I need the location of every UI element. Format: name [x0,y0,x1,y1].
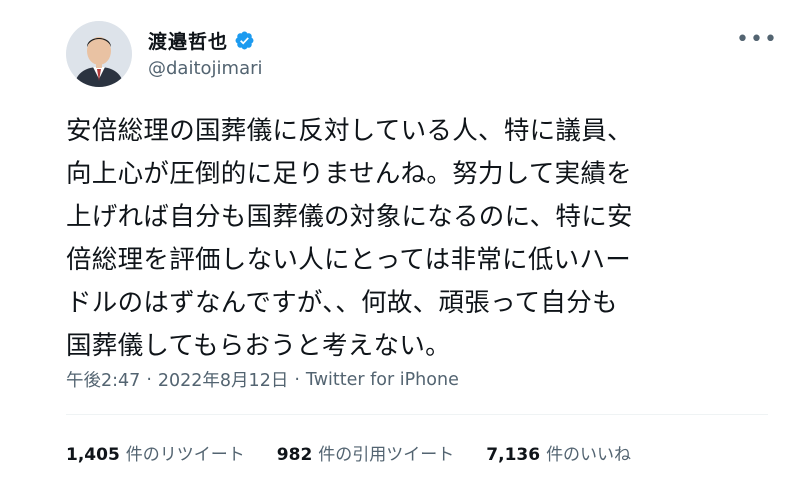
retweets-label: 件のリツイート [125,445,245,465]
tweet-time[interactable]: 午後2:47 [66,367,140,392]
tweet-source[interactable]: Twitter for iPhone [306,370,459,390]
retweets-count: 1,405 [66,445,120,465]
likes-stat[interactable]: 7,136 件のいいね [486,440,631,465]
tweet-text: 安倍総理の国葬儀に反対している人、特に議員、 向上心が圧倒的に足りませんね。努力… [66,116,633,361]
tweet-date[interactable]: 2022年8月12日 [158,367,288,392]
more-options-button[interactable]: ••• [736,27,777,53]
tweet-meta: 午後2:47 · 2022年8月12日 · Twitter for iPhone [66,367,459,392]
avatar[interactable] [66,21,132,87]
quotes-label: 件の引用ツイート [318,445,455,465]
verified-badge-icon [235,31,254,50]
tweet-card: 渡邉哲也 @daitojimari ••• 安倍総理の国葬儀に反対している人、特… [0,0,801,478]
author-handle[interactable]: @daitojimari [148,58,263,79]
quotes-stat[interactable]: 982 件の引用ツイート [277,440,455,465]
more-options-icon: ••• [736,27,778,52]
tweet-stats: 1,405 件のリツイート 982 件の引用ツイート 7,136 件のいいね [66,440,663,465]
retweets-stat[interactable]: 1,405 件のリツイート [66,440,245,465]
display-name[interactable]: 渡邉哲也 [148,27,228,54]
meta-separator: · [294,369,300,390]
avatar-image [66,21,132,87]
quotes-count: 982 [276,445,313,465]
likes-label: 件のいいね [546,445,632,465]
author-name-row[interactable]: 渡邉哲也 [148,27,255,54]
likes-count: 7,136 [486,445,541,465]
meta-separator: · [146,369,152,390]
divider-top [66,414,768,415]
